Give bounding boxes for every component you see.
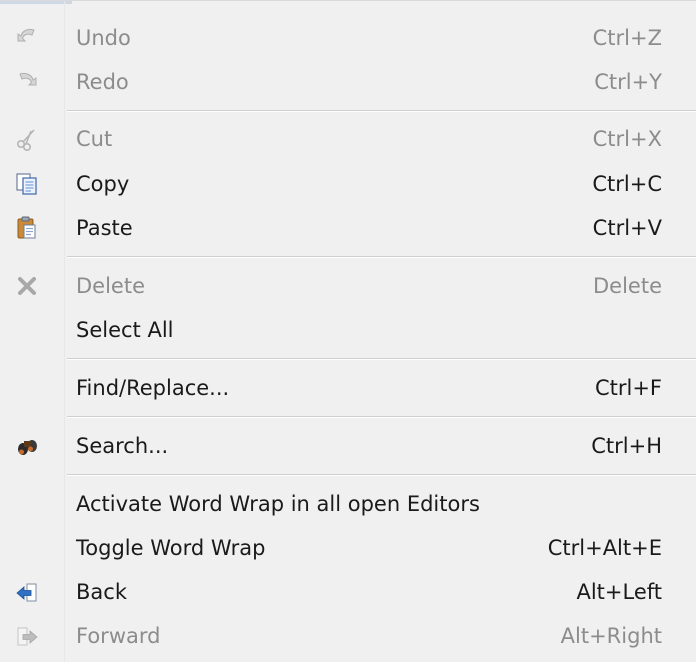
forward-arrow-icon [14, 623, 40, 649]
menu-item-activate-word-wrap[interactable]: Activate Word Wrap in all open Editors [0, 482, 696, 526]
menu-item-label: Cut [76, 127, 113, 151]
menu-item-undo[interactable]: Undo Ctrl+Z [0, 16, 696, 60]
scissors-icon [14, 126, 40, 152]
menu-item-label: Undo [76, 26, 131, 50]
back-arrow-icon [14, 579, 40, 605]
menu-item-shortcut: Ctrl+H [591, 434, 662, 458]
menu-item-toggle-word-wrap[interactable]: Toggle Word Wrap Ctrl+Alt+E [0, 526, 696, 570]
menu-item-select-all[interactable]: Select All [0, 308, 696, 352]
menu-item-delete[interactable]: Delete Delete [0, 264, 696, 308]
menu-item-back[interactable]: Back Alt+Left [0, 570, 696, 614]
delete-x-icon [14, 273, 40, 299]
undo-icon [14, 25, 40, 51]
menu-item-label: Back [76, 580, 127, 604]
menu-item-label: Paste [76, 216, 133, 240]
menu-item-search[interactable]: Search... Ctrl+H [0, 424, 696, 468]
redo-icon [14, 69, 40, 95]
menu-item-label: Redo [76, 70, 129, 94]
menu-item-shortcut: Alt+Left [576, 580, 662, 604]
menu-separator [67, 474, 696, 476]
menu-item-redo[interactable]: Redo Ctrl+Y [0, 60, 696, 104]
copy-icon [14, 171, 40, 197]
context-menu: Undo Ctrl+Z Redo Ctrl+Y Cut Ctrl+X Copy … [0, 0, 696, 662]
menu-item-label: Find/Replace... [76, 376, 230, 400]
menu-item-shortcut: Ctrl+Y [594, 70, 662, 94]
menu-item-shortcut: Ctrl+Z [592, 26, 662, 50]
menu-separator [67, 358, 696, 360]
menu-item-label: Activate Word Wrap in all open Editors [76, 492, 480, 516]
menu-item-shortcut: Ctrl+Alt+E [547, 536, 662, 560]
menu-item-copy[interactable]: Copy Ctrl+C [0, 162, 696, 206]
menu-item-forward[interactable]: Forward Alt+Right [0, 614, 696, 658]
menu-item-label: Copy [76, 172, 130, 196]
menu-item-shortcut: Ctrl+C [592, 172, 662, 196]
menu-item-shortcut: Alt+Right [560, 624, 662, 648]
menu-separator [67, 416, 696, 418]
binoculars-icon [14, 433, 40, 459]
menu-item-shortcut: Delete [593, 274, 662, 298]
menu-item-label: Toggle Word Wrap [76, 536, 266, 560]
menu-separator [67, 256, 696, 258]
menu-separator [67, 110, 696, 112]
menu-item-shortcut: Ctrl+F [594, 376, 662, 400]
menu-item-label: Select All [76, 318, 174, 342]
menu-item-find-replace[interactable]: Find/Replace... Ctrl+F [0, 366, 696, 410]
menu-item-cut[interactable]: Cut Ctrl+X [0, 117, 696, 161]
menu-item-label: Search... [76, 434, 169, 458]
menu-item-label: Forward [76, 624, 161, 648]
menu-item-label: Delete [76, 274, 145, 298]
menu-item-shortcut: Ctrl+X [592, 127, 662, 151]
menu-top-accent [0, 1, 72, 4]
menu-item-paste[interactable]: Paste Ctrl+V [0, 206, 696, 250]
paste-icon [14, 215, 40, 241]
menu-item-shortcut: Ctrl+V [592, 216, 662, 240]
